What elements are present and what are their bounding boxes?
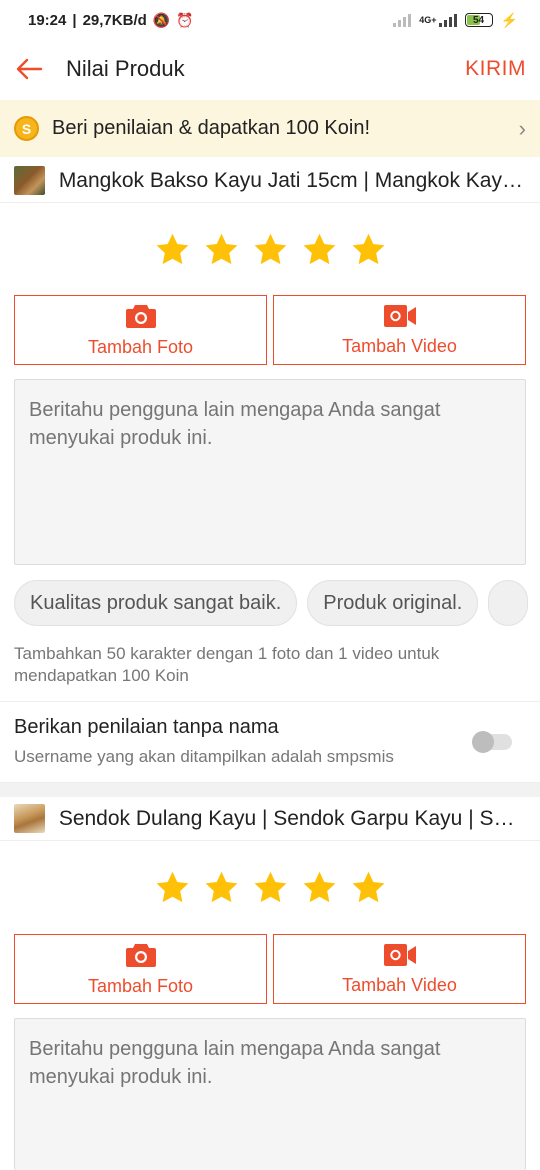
charging-icon: ⚡	[500, 11, 518, 28]
coin-hint-text: Tambahkan 50 karakter dengan 1 foto dan …	[14, 644, 440, 685]
product-thumbnail	[14, 804, 45, 833]
status-network-speed: 29,7KB/d	[82, 11, 147, 29]
star-rating	[0, 869, 540, 906]
anonymous-review-section: Berikan penilaian tanpa nama Username ya…	[0, 701, 540, 783]
add-video-label: Tambah Video	[342, 974, 457, 995]
page-title: Nilai Produk	[66, 56, 185, 81]
add-photo-label: Tambah Foto	[87, 336, 194, 357]
signal-sim1-icon	[393, 13, 412, 27]
star-icon[interactable]	[350, 869, 387, 906]
chevron-right-icon: ›	[518, 115, 526, 141]
anonymous-title: Berikan penilaian tanpa nama	[14, 716, 279, 738]
star-icon[interactable]	[203, 231, 240, 268]
quick-tag-chip[interactable]: Kualitas produk sangat baik.	[14, 580, 298, 626]
star-icon[interactable]	[252, 869, 289, 906]
video-camera-icon	[383, 304, 416, 327]
anonymous-toggle[interactable]	[472, 731, 512, 753]
back-button[interactable]	[14, 54, 44, 84]
star-icon[interactable]	[154, 231, 191, 268]
add-photo-button[interactable]: Tambah Foto	[14, 295, 267, 365]
signal-sim2-icon	[438, 13, 457, 27]
star-icon[interactable]	[203, 869, 240, 906]
coin-reward-banner[interactable]: S Beri penilaian & dapatkan 100 Koin! ›	[0, 100, 540, 157]
muted-bell-icon: 🔕	[152, 11, 171, 28]
video-camera-icon	[383, 943, 416, 966]
add-video-label: Tambah Video	[342, 335, 457, 356]
alarm-icon: ⏰	[176, 11, 194, 28]
banner-text: Beri penilaian & dapatkan 100 Koin!	[52, 117, 371, 139]
star-rating	[0, 231, 540, 268]
add-video-button[interactable]: Tambah Video	[273, 934, 526, 1004]
review-input[interactable]	[14, 379, 526, 565]
review-input[interactable]	[14, 1018, 526, 1170]
status-time: 19:24	[28, 11, 67, 29]
add-photo-label: Tambah Foto	[87, 975, 194, 996]
battery-icon: 54	[464, 13, 493, 27]
camera-icon	[125, 304, 156, 328]
coin-icon: S	[14, 116, 39, 141]
arrow-left-icon	[16, 58, 43, 80]
add-photo-button[interactable]: Tambah Foto	[14, 934, 267, 1004]
product-name: Mangkok Bakso Kayu Jati 15cm | Mangkok K…	[58, 168, 526, 192]
anonymous-subtitle: Username yang akan ditampilkan adalah sm…	[14, 747, 394, 766]
camera-icon	[125, 943, 156, 967]
quick-tag-chip[interactable]	[488, 580, 529, 626]
status-bar: 19:24 | 29,7KB/d 🔕 ⏰ 4G+ 54 ⚡	[28, 11, 518, 29]
quick-tags: Kualitas produk sangat baik. Produk orig…	[14, 580, 540, 626]
star-icon[interactable]	[301, 231, 338, 268]
product-name: Sendok Dulang Kayu | Sendok Garpu Kayu |…	[58, 806, 526, 830]
star-icon[interactable]	[301, 869, 338, 906]
section-divider	[0, 783, 540, 797]
network-type-label: 4G+	[419, 15, 437, 25]
quick-tag-chip[interactable]: Produk original.	[307, 580, 479, 626]
submit-button[interactable]: KIRIM	[465, 57, 526, 81]
app-bar: Nilai Produk KIRIM	[0, 40, 540, 98]
star-icon[interactable]	[154, 869, 191, 906]
product-header: Mangkok Bakso Kayu Jati 15cm | Mangkok K…	[0, 159, 540, 203]
star-icon[interactable]	[252, 231, 289, 268]
battery-level: 54	[473, 14, 485, 26]
star-icon[interactable]	[350, 231, 387, 268]
product-thumbnail	[14, 166, 45, 195]
toggle-knob	[472, 731, 494, 753]
add-video-button[interactable]: Tambah Video	[273, 295, 526, 365]
product-header: Sendok Dulang Kayu | Sendok Garpu Kayu |…	[0, 797, 540, 841]
